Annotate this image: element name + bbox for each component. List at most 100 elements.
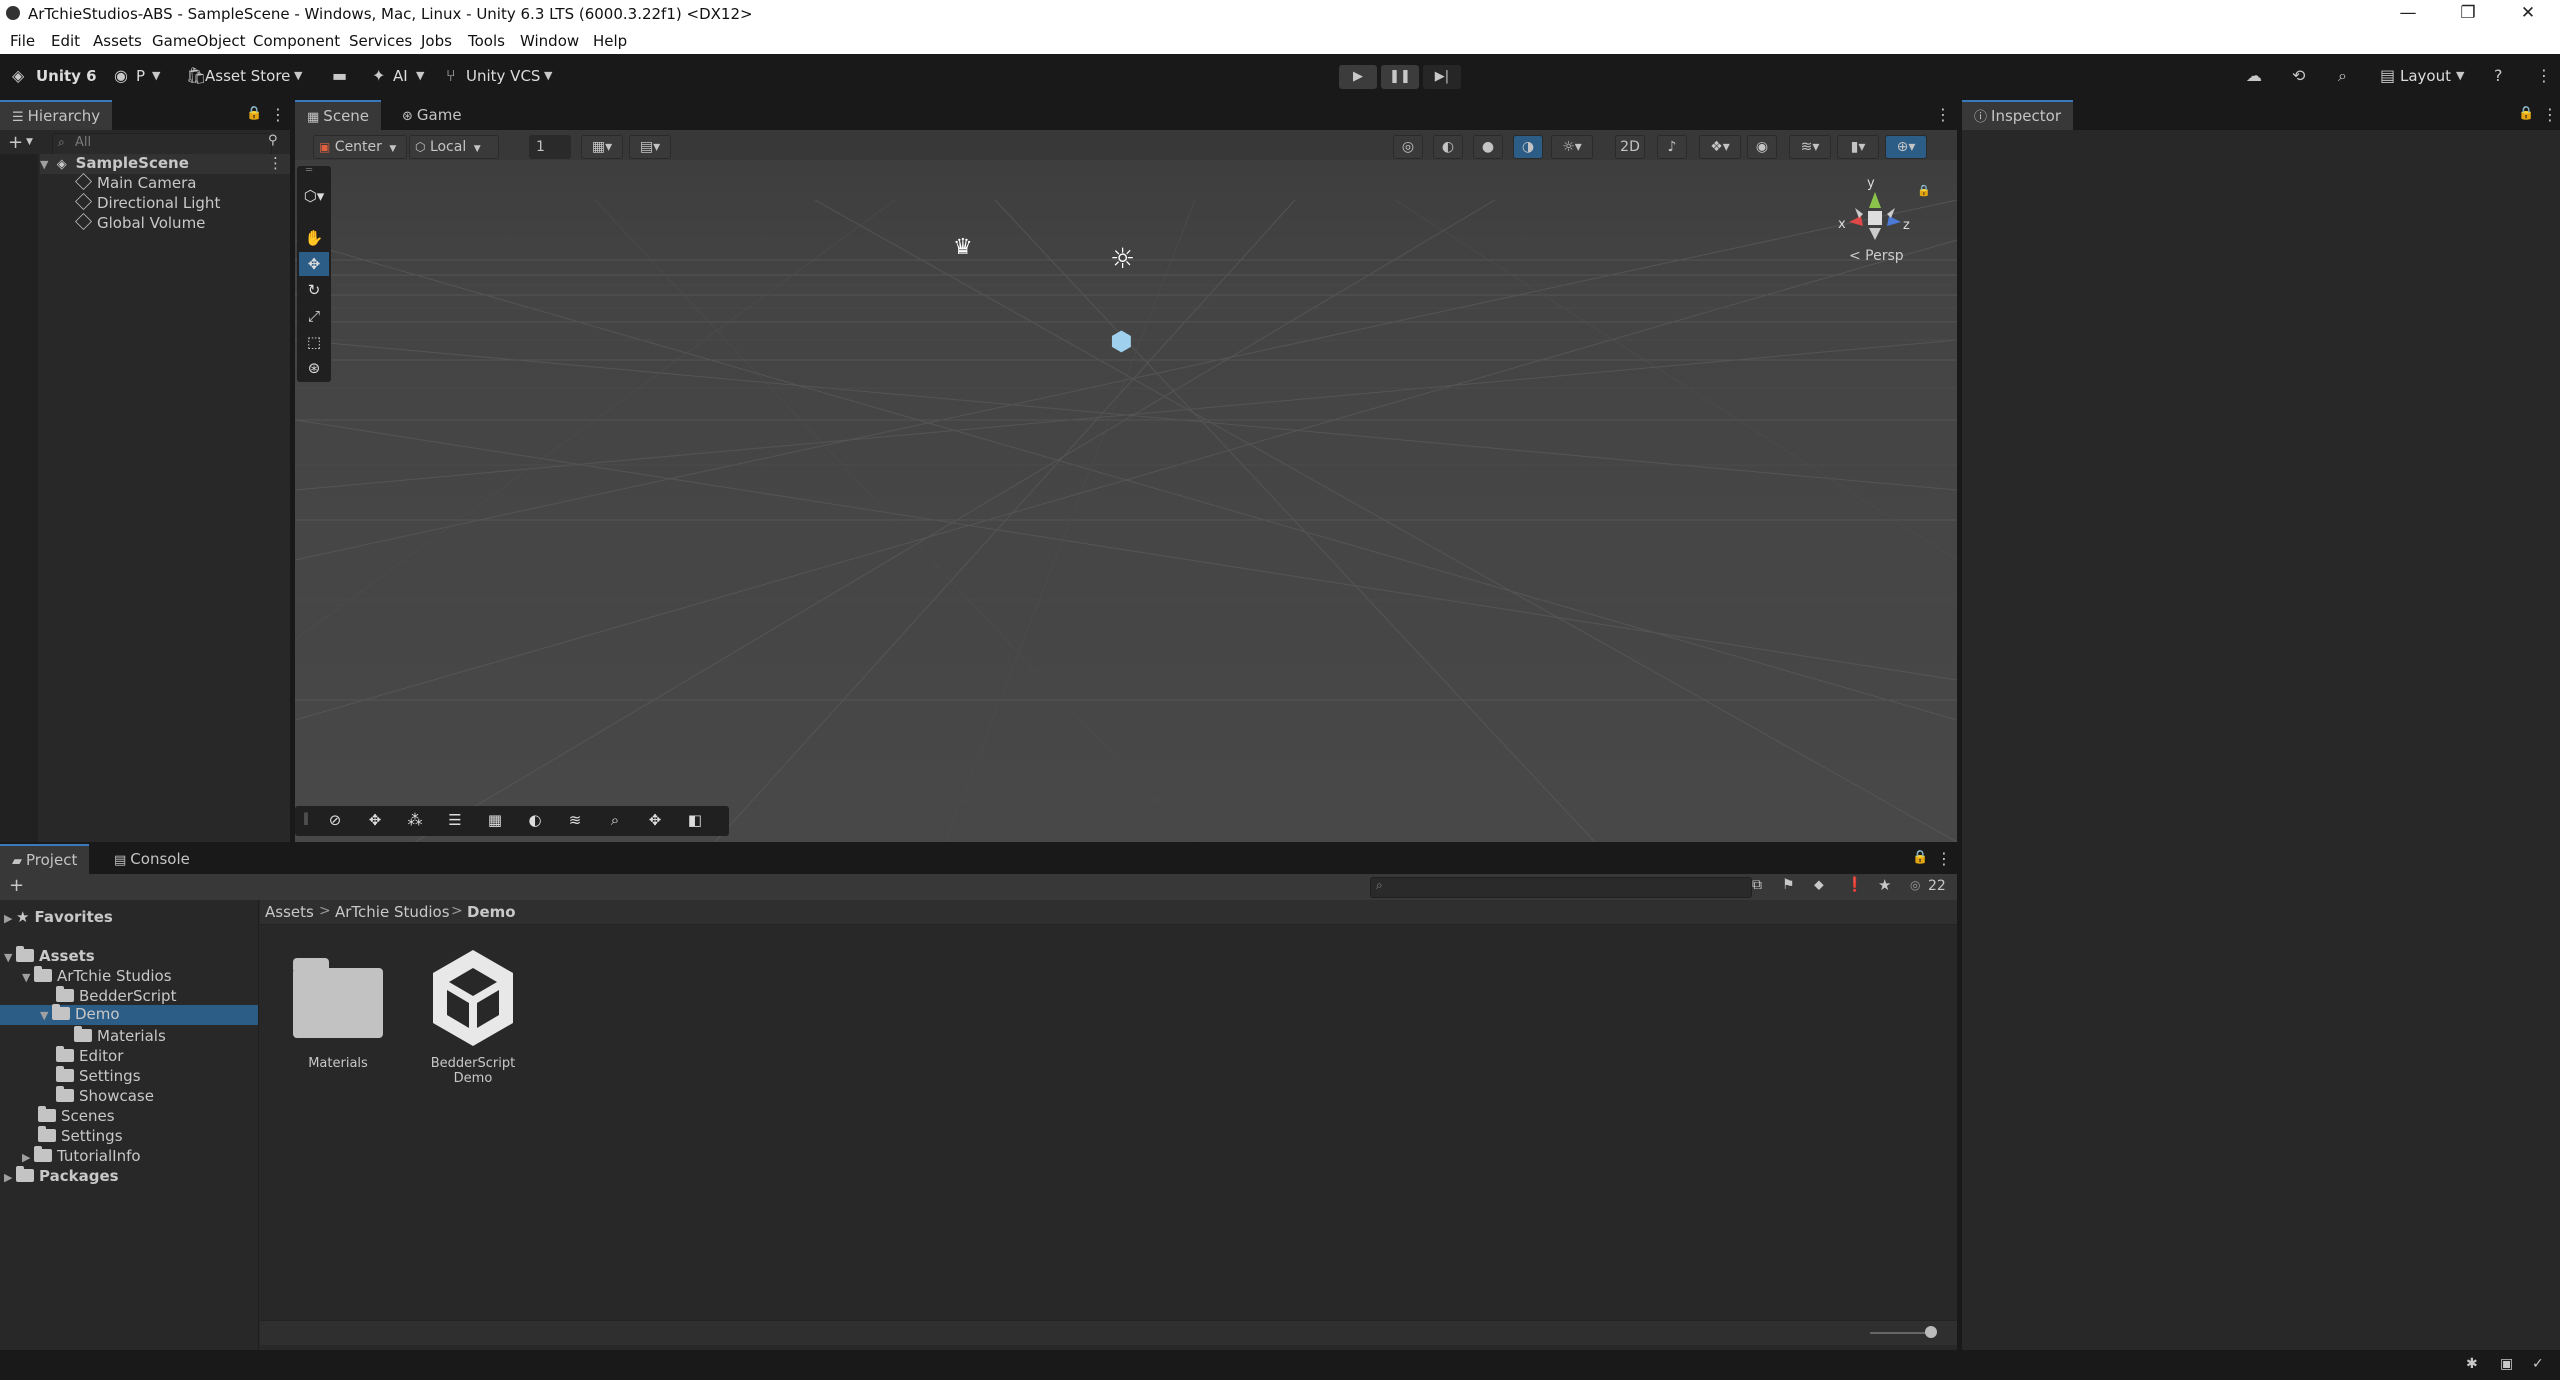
- overlay-tool-2[interactable]: ✥: [357, 808, 393, 832]
- breadcrumb-artchie-studios[interactable]: ArTchie Studios: [335, 903, 450, 921]
- perspective-toggle[interactable]: < Persp: [1849, 248, 1904, 264]
- tree-item-settings[interactable]: Settings: [38, 1126, 123, 1145]
- add-icon[interactable]: +: [9, 875, 24, 896]
- overlay-tool-10[interactable]: ◧: [677, 808, 713, 832]
- menu-tools[interactable]: Tools: [468, 32, 505, 50]
- hierarchy-search-input[interactable]: ⌕ All: [52, 133, 272, 155]
- scale-tool-button[interactable]: ⤢: [299, 304, 329, 328]
- increment-snap-button[interactable]: ▤▾: [629, 135, 671, 159]
- menu-edit[interactable]: Edit: [51, 32, 80, 50]
- add-icon[interactable]: +: [8, 132, 23, 153]
- wireframe-button[interactable]: ◎: [1393, 135, 1423, 159]
- shaded-wireframe-button[interactable]: ◐: [1433, 135, 1463, 159]
- grid-size-input[interactable]: 1: [529, 135, 571, 159]
- expand-arrow-icon[interactable]: ▼: [40, 1009, 52, 1022]
- debug-icon[interactable]: ✱: [2466, 1356, 2478, 1372]
- account-icon[interactable]: ◉: [114, 66, 128, 85]
- icon-size-slider-thumb[interactable]: [1925, 1326, 1937, 1338]
- chevron-down-icon[interactable]: ▼: [26, 137, 33, 147]
- filter-type-icon[interactable]: ⚑: [1782, 877, 1795, 893]
- account-button[interactable]: P: [136, 67, 145, 85]
- volume-gizmo-icon[interactable]: ⬢: [1110, 327, 1133, 357]
- asset-folder-materials[interactable]: Materials: [285, 954, 391, 1074]
- hierarchy-item[interactable]: Main Camera: [75, 173, 196, 192]
- package-icon[interactable]: ▬: [332, 66, 347, 85]
- search-filter-icon[interactable]: ⚲: [268, 133, 278, 148]
- tree-item-artchie-studios[interactable]: ▼ ArTchie Studios: [22, 966, 172, 985]
- grid-snap-button[interactable]: ▦▾: [581, 135, 623, 159]
- layout-button[interactable]: Layout: [2400, 67, 2451, 85]
- asset-store-button[interactable]: Asset Store: [205, 67, 290, 85]
- space-mode-dropdown[interactable]: ⬡ Local ▼: [409, 135, 499, 159]
- unity-version-button[interactable]: Unity 6: [36, 67, 97, 85]
- hierarchy-item[interactable]: Directional Light: [75, 193, 220, 212]
- overlay-tool-1[interactable]: ⊘: [317, 808, 353, 832]
- menu-services[interactable]: Services: [349, 32, 412, 50]
- lock-icon[interactable]: 🔒: [2518, 106, 2534, 121]
- tree-item-demo[interactable]: ▼ Demo: [0, 1004, 258, 1025]
- tree-item-assets[interactable]: ▼ Assets: [4, 946, 95, 965]
- history-icon[interactable]: ⟲: [2292, 66, 2305, 85]
- warning-icon[interactable]: ❗: [1846, 877, 1863, 893]
- more-options-icon[interactable]: ⋮: [1935, 105, 1951, 124]
- transform-tool-button[interactable]: ⊛: [299, 356, 329, 380]
- more-options-icon[interactable]: ⋮: [2536, 66, 2552, 85]
- 2d-toggle[interactable]: 2D: [1615, 135, 1645, 159]
- breadcrumb-assets[interactable]: Assets: [265, 903, 314, 921]
- search-by-type-icon[interactable]: ⧉: [1752, 877, 1762, 893]
- tree-item-packages[interactable]: ▶ Packages: [4, 1166, 119, 1185]
- project-search-input[interactable]: ⌕: [1370, 877, 1752, 898]
- rect-tool-button[interactable]: ⬚: [299, 330, 329, 354]
- help-icon[interactable]: ?: [2494, 66, 2503, 85]
- menu-jobs[interactable]: Jobs: [421, 32, 452, 50]
- play-button[interactable]: ▶: [1339, 65, 1377, 89]
- search-icon[interactable]: ⌕: [2338, 66, 2347, 86]
- cloud-icon[interactable]: ☁: [2246, 66, 2262, 85]
- bug-report-icon[interactable]: ▣: [2500, 1356, 2513, 1372]
- tree-item-editor[interactable]: Editor: [56, 1046, 123, 1065]
- overlay-tool-4[interactable]: ☰: [437, 808, 473, 832]
- create-object-button[interactable]: ⬡▾: [299, 184, 329, 208]
- more-options-icon[interactable]: ⋮: [1936, 849, 1952, 868]
- menu-assets[interactable]: Assets: [93, 32, 142, 50]
- scene-visibility-toggle[interactable]: ◉: [1747, 135, 1777, 159]
- menu-gameobject[interactable]: GameObject: [152, 32, 246, 50]
- shaded-button[interactable]: ●: [1473, 135, 1503, 159]
- close-window-button[interactable]: ✕: [2500, 0, 2556, 27]
- overlay-tool-7[interactable]: ≋: [557, 808, 593, 832]
- step-button[interactable]: ▶|: [1423, 65, 1461, 89]
- pivot-mode-dropdown[interactable]: ▣ Center ▼: [313, 135, 407, 159]
- scene-viewport[interactable]: ═ ⬡▾ ✋ ✥ ↻ ⤢ ⬚ ⊛ ♛ ☼ ⬢ y x z 🔒 < Persp ‖…: [295, 160, 1957, 842]
- overlay-tool-5[interactable]: ▦: [477, 808, 513, 832]
- lighting-toggle[interactable]: ☼▾: [1551, 135, 1593, 159]
- tab-inspector[interactable]: ⓘ Inspector: [1962, 100, 2073, 132]
- asset-scene-bedderscript-demo[interactable]: BedderScript Demo: [415, 944, 531, 1086]
- overlay-tool-9[interactable]: ✥: [637, 808, 673, 832]
- expand-arrow-icon[interactable]: ▼: [4, 951, 16, 964]
- unity-vcs-button[interactable]: Unity VCS: [466, 67, 540, 85]
- hidden-packages-icon[interactable]: ◎: [1910, 878, 1920, 892]
- audio-toggle[interactable]: ♪: [1657, 135, 1687, 159]
- lit-button[interactable]: ◑: [1513, 135, 1543, 159]
- ai-button[interactable]: AI: [393, 67, 408, 85]
- effects-dropdown[interactable]: ❖▾: [1699, 135, 1741, 159]
- minimize-button[interactable]: —: [2380, 0, 2436, 27]
- pause-button[interactable]: ❚❚: [1381, 65, 1419, 89]
- lock-icon[interactable]: 🔒: [1917, 184, 1931, 197]
- tab-console[interactable]: ▤ Console: [102, 844, 202, 874]
- drag-handle-icon[interactable]: ‖: [303, 811, 309, 825]
- expand-arrow-icon[interactable]: ▼: [22, 971, 34, 984]
- overlay-tool-6[interactable]: ◐: [517, 808, 553, 832]
- camera-dropdown[interactable]: ▮▾: [1837, 135, 1879, 159]
- gizmos-dropdown[interactable]: ⊕▾: [1885, 135, 1927, 159]
- favorites-node[interactable]: ▶ ★ Favorites: [4, 908, 113, 926]
- tab-hierarchy[interactable]: ☰ Hierarchy: [0, 100, 113, 132]
- hierarchy-item[interactable]: Global Volume: [75, 213, 205, 232]
- scene-row[interactable]: ▼ ◈ SampleScene ⋮: [40, 154, 290, 174]
- maximize-button[interactable]: ❐: [2440, 0, 2496, 27]
- more-options-icon[interactable]: ⋮: [270, 105, 286, 124]
- tree-item-showcase[interactable]: Showcase: [56, 1086, 154, 1105]
- more-options-icon[interactable]: ⋮: [2542, 105, 2558, 124]
- layers-dropdown[interactable]: ≋▾: [1789, 135, 1831, 159]
- tree-item-materials[interactable]: Materials: [74, 1026, 166, 1045]
